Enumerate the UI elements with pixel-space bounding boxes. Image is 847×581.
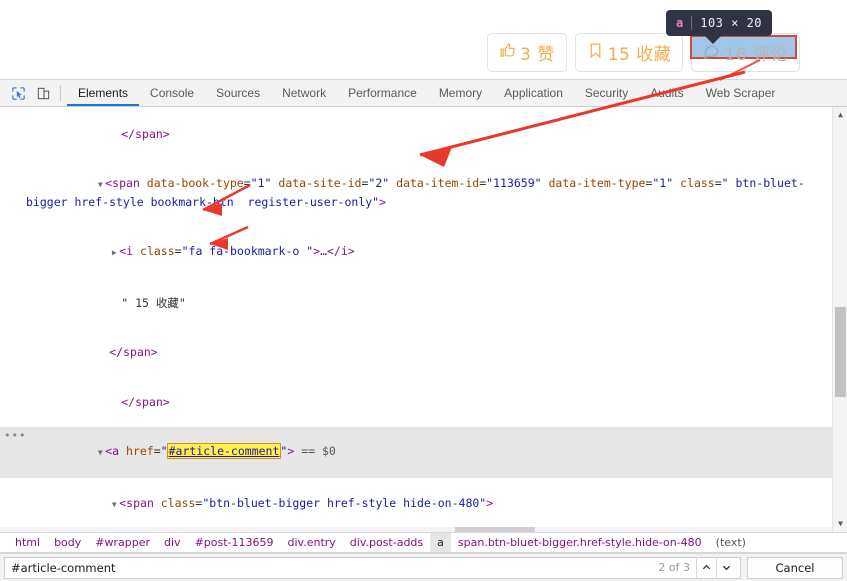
- horizontal-scrollbar-thumb[interactable]: [455, 527, 535, 532]
- devtools-panel: Elements Console Sources Network Perform…: [0, 80, 847, 581]
- breadcrumb-item-body[interactable]: body: [47, 533, 88, 552]
- scroll-up-icon[interactable]: ▲: [833, 107, 847, 123]
- element-dimensions-tooltip: a 103 × 20: [666, 10, 773, 44]
- like-button-label: 3 赞: [520, 45, 555, 65]
- thumbs-up-icon: [499, 42, 516, 63]
- search-match-highlight: #article-comment: [166, 443, 282, 459]
- breadcrumb-item-entry[interactable]: div.entry: [281, 533, 343, 552]
- code-line[interactable]: </span>: [0, 328, 832, 378]
- breadcrumb-item-post[interactable]: #post-113659: [188, 533, 281, 552]
- line-menu-icon[interactable]: •••: [4, 428, 26, 445]
- expand-triangle-icon[interactable]: ▼: [95, 445, 105, 462]
- tab-security[interactable]: Security: [574, 80, 639, 106]
- tooltip-tag-name: a: [676, 16, 684, 30]
- web-page-area: 3 赞 15 收藏 16 评论 a 103 × 20: [0, 0, 847, 80]
- inspect-element-icon[interactable]: [6, 80, 31, 106]
- bookmark-icon: [587, 42, 604, 63]
- breadcrumb-item-a[interactable]: a: [430, 533, 451, 552]
- bookmark-button[interactable]: 15 收藏: [574, 33, 684, 72]
- search-bar: 2 of 3 Cancel: [0, 553, 847, 581]
- search-result-count: 2 of 3: [658, 561, 690, 574]
- devtools-tabs: Elements Console Sources Network Perform…: [67, 80, 786, 106]
- code-line[interactable]: </span>: [0, 109, 832, 159]
- toolbar-divider: [60, 85, 61, 101]
- code-line-selected[interactable]: ••• ▼ <a href="#article-comment"> == $0: [0, 426, 832, 478]
- tooltip-divider: [691, 16, 693, 30]
- vertical-scrollbar[interactable]: ▲ ▼: [832, 107, 847, 532]
- search-prev-button[interactable]: [696, 557, 716, 578]
- breadcrumb-item-wrapper[interactable]: #wrapper: [88, 533, 157, 552]
- comment-icon: [703, 42, 720, 63]
- bookmark-button-label: 15 收藏: [607, 45, 672, 65]
- search-next-button[interactable]: [716, 557, 736, 578]
- expand-triangle-icon[interactable]: ▼: [109, 497, 119, 514]
- breadcrumb: html body #wrapper div #post-113659 div.…: [0, 532, 847, 553]
- tooltip-dimensions: 103 × 20: [700, 16, 763, 30]
- tab-console[interactable]: Console: [139, 80, 205, 106]
- horizontal-scrollbar[interactable]: [0, 527, 832, 532]
- tab-web-scraper[interactable]: Web Scraper: [695, 80, 787, 106]
- code-line[interactable]: </span>: [0, 377, 832, 427]
- vertical-scrollbar-thumb[interactable]: [835, 307, 846, 397]
- breadcrumb-item-text[interactable]: (text): [709, 533, 753, 552]
- tab-application[interactable]: Application: [493, 80, 574, 106]
- breadcrumb-item-div[interactable]: div: [157, 533, 188, 552]
- tab-elements[interactable]: Elements: [67, 80, 140, 106]
- code-line[interactable]: ▼ <span class="btn-bluet-bigger href-styl…: [0, 478, 832, 530]
- expand-triangle-icon[interactable]: ▼: [95, 177, 105, 194]
- code-line[interactable]: ▶ <i class="fa fa-bookmark-o ">…</i>: [0, 227, 832, 279]
- scroll-down-icon[interactable]: ▼: [833, 516, 847, 532]
- elements-tree-pane[interactable]: </span> ▼ <span data-book-type="1" data-s…: [0, 107, 847, 532]
- breadcrumb-item-html[interactable]: html: [8, 533, 47, 552]
- tab-audits[interactable]: Audits: [639, 80, 694, 106]
- search-input[interactable]: [9, 559, 659, 576]
- code-line[interactable]: " 15 收藏": [0, 278, 832, 328]
- tab-performance[interactable]: Performance: [337, 80, 428, 106]
- breadcrumb-item-post-adds[interactable]: div.post-adds: [343, 533, 430, 552]
- expand-triangle-icon[interactable]: ▶: [109, 245, 119, 262]
- comment-button-label: 16 评论: [724, 45, 788, 65]
- breadcrumb-item-span[interactable]: span.btn-bluet-bigger.href-style.hide-on…: [451, 533, 709, 552]
- tab-network[interactable]: Network: [271, 80, 337, 106]
- tab-memory[interactable]: Memory: [428, 80, 493, 106]
- post-action-buttons: 3 赞 15 收藏 16 评论: [487, 33, 800, 72]
- like-button[interactable]: 3 赞: [487, 33, 567, 72]
- screenshot-root: 3 赞 15 收藏 16 评论 a 103 × 20 Elements Cons…: [0, 0, 847, 581]
- code-line[interactable]: ▼ <span data-book-type="1" data-site-id="…: [0, 159, 832, 227]
- elements-tree-scroll: </span> ▼ <span data-book-type="1" data-s…: [0, 107, 832, 532]
- tab-sources[interactable]: Sources: [205, 80, 271, 106]
- device-toolbar-icon[interactable]: [31, 80, 56, 106]
- devtools-toolbar: Elements Console Sources Network Perform…: [0, 80, 847, 107]
- cancel-button[interactable]: Cancel: [747, 556, 843, 579]
- search-field-wrapper[interactable]: 2 of 3: [4, 556, 741, 579]
